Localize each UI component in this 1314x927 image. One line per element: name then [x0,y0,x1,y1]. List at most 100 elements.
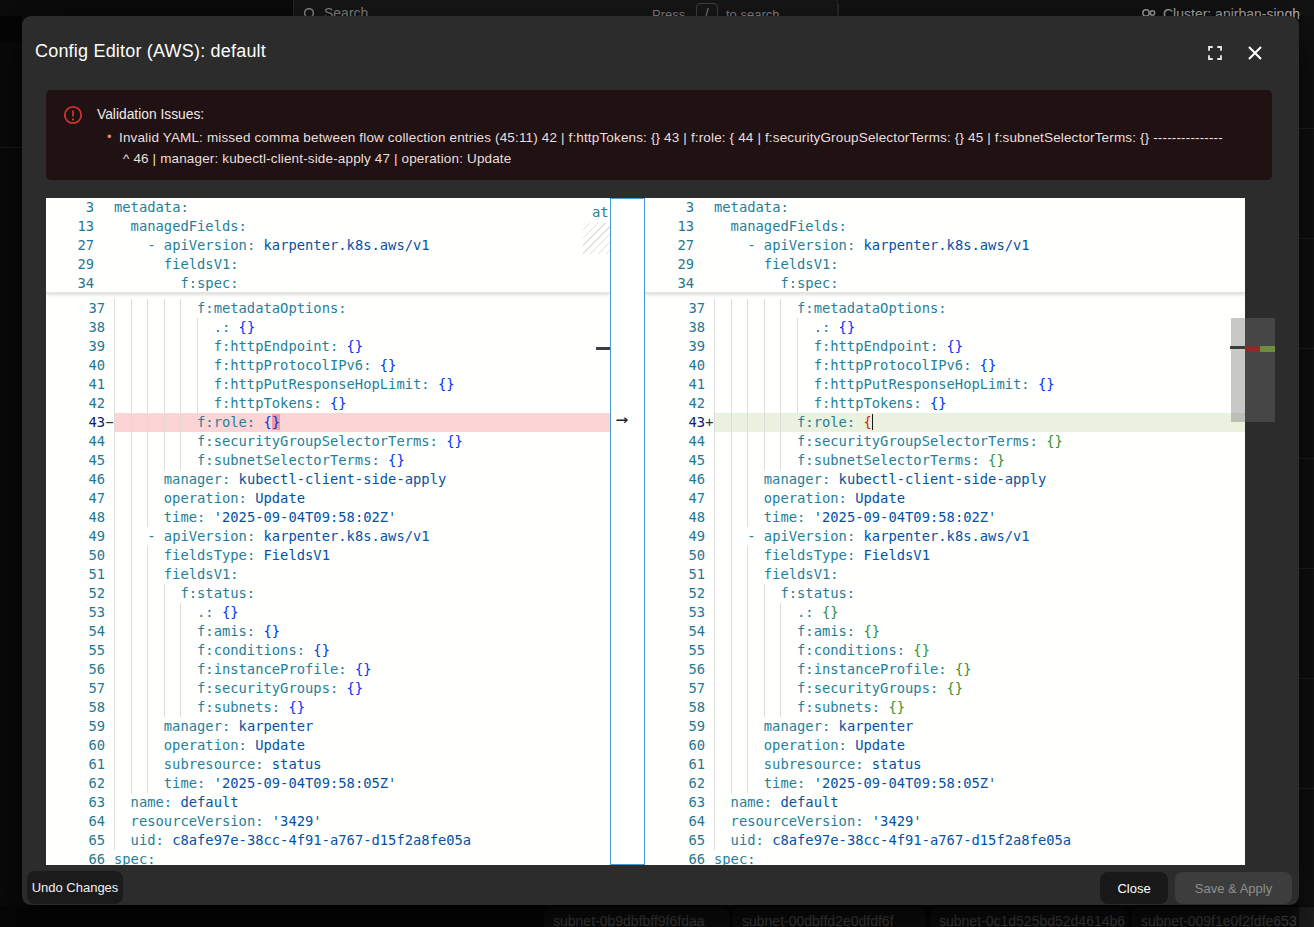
code-line[interactable]: 51fieldsV1: [645,565,1245,584]
close-dialog-button[interactable]: Close [1100,872,1168,904]
scrollbar-slider[interactable] [1231,318,1245,422]
code-line[interactable]: 29fieldsV1: [46,255,610,274]
code-line[interactable]: 63name: default [645,793,1245,812]
line-number: 13 [645,217,694,236]
code-line[interactable]: 55f:conditions: {} [46,641,610,660]
code-line[interactable]: 38.: {} [46,318,610,337]
code-line[interactable]: 53.: {} [645,603,1245,622]
code-line[interactable]: 3metadata: [46,198,610,217]
code-line[interactable]: 46manager: kubectl-client-side-apply [46,470,610,489]
code-line[interactable]: 27- apiVersion: karpenter.k8s.aws/v1 [645,236,1245,255]
code-line[interactable]: 50fieldsType: FieldsV1 [645,546,1245,565]
overview-ruler-viewport[interactable] [1245,318,1275,422]
code-line[interactable]: 13managedFields: [46,217,610,236]
code-line[interactable]: 57f:securityGroups: {} [46,679,610,698]
line-number: 53 [46,603,105,622]
code-line[interactable]: 61subresource: status [645,755,1245,774]
line-number: 27 [46,236,94,255]
diff-original-pane[interactable]: 37f:metadataOptions:38.: {}39f:httpEndpo… [46,198,610,865]
diff-gutter: → [610,198,645,865]
code-line[interactable]: 62time: '2025-09-04T09:58:05Z' [645,774,1245,793]
line-number: 47 [645,489,705,508]
code-line[interactable]: 37f:metadataOptions: [46,299,610,318]
line-number: 27 [645,236,694,255]
code-line[interactable]: 64resourceVersion: '3429' [645,812,1245,831]
code-line[interactable]: 34f:spec: [645,274,1245,293]
code-line[interactable]: 43−f:role: {} [46,413,610,432]
code-line[interactable]: 64resourceVersion: '3429' [46,812,610,831]
code-line[interactable]: 40f:httpProtocolIPv6: {} [46,356,610,375]
code-line[interactable]: 50fieldsType: FieldsV1 [46,546,610,565]
code-line[interactable]: 55f:conditions: {} [645,641,1245,660]
code-line[interactable]: 61subresource: status [46,755,610,774]
code-line[interactable]: 37f:metadataOptions: [645,299,1245,318]
code-line[interactable]: 39f:httpEndpoint: {} [46,337,610,356]
code-line[interactable]: 48time: '2025-09-04T09:58:02Z' [645,508,1245,527]
code-line[interactable]: 47operation: Update [46,489,610,508]
diff-modified-pane[interactable]: 37f:metadataOptions:38.: {}39f:httpEndpo… [645,198,1245,865]
code-line[interactable]: 47operation: Update [645,489,1245,508]
code-line[interactable]: 41f:httpPutResponseHopLimit: {} [645,375,1245,394]
code-line[interactable]: 43+f:role: { [645,413,1245,432]
undo-changes-button[interactable]: Undo Changes [27,871,123,904]
clipped-code-text: at [592,203,609,222]
code-line[interactable]: 60operation: Update [46,736,610,755]
code-line[interactable]: 45f:subnetSelectorTerms: {} [46,451,610,470]
code-line[interactable]: 62time: '2025-09-04T09:58:05Z' [46,774,610,793]
code-line[interactable]: 34f:spec: [46,274,610,293]
code-line[interactable]: 60operation: Update [645,736,1245,755]
overview-cursor-mark [1230,346,1246,349]
code-line[interactable]: 45f:subnetSelectorTerms: {} [645,451,1245,470]
code-line[interactable]: 49- apiVersion: karpenter.k8s.aws/v1 [645,527,1245,546]
line-number: 54 [645,622,705,641]
code-line[interactable]: 42f:httpTokens: {} [46,394,610,413]
revert-arrow-icon[interactable]: → [616,408,628,429]
code-line[interactable]: 59manager: karpenter [46,717,610,736]
code-line[interactable]: 49- apiVersion: karpenter.k8s.aws/v1 [46,527,610,546]
code-line[interactable]: 56f:instanceProfile: {} [645,660,1245,679]
line-number: 45 [645,451,705,470]
code-line[interactable]: 44f:securityGroupSelectorTerms: {} [645,432,1245,451]
code-line[interactable]: 52f:status: [46,584,610,603]
table-row-separator [1299,238,1314,239]
code-line[interactable]: 65uid: c8afe97e-38cc-4f91-a767-d15f2a8fe… [645,831,1245,850]
line-number: 56 [46,660,105,679]
line-number: 63 [46,793,105,812]
code-line[interactable]: 46manager: kubectl-client-side-apply [645,470,1245,489]
code-line[interactable]: 3metadata: [645,198,1245,217]
code-line[interactable]: 54f:amis: {} [46,622,610,641]
fullscreen-button[interactable] [1198,36,1232,70]
code-line[interactable]: 40f:httpProtocolIPv6: {} [645,356,1245,375]
line-number: 63 [645,793,705,812]
code-line[interactable]: 38.: {} [645,318,1245,337]
line-number: 42 [46,394,105,413]
code-line[interactable]: 48time: '2025-09-04T09:58:02Z' [46,508,610,527]
code-line[interactable]: 29fieldsV1: [645,255,1245,274]
code-line[interactable]: 54f:amis: {} [645,622,1245,641]
line-number: 49 [645,527,705,546]
line-number: 48 [645,508,705,527]
code-line[interactable]: 65uid: c8afe97e-38cc-4f91-a767-d15f2a8fe… [46,831,610,850]
line-number: 34 [46,274,94,293]
save-apply-button[interactable]: Save & Apply [1175,872,1292,904]
code-line[interactable]: 56f:instanceProfile: {} [46,660,610,679]
code-line[interactable]: 58f:subnets: {} [46,698,610,717]
code-line[interactable]: 52f:status: [645,584,1245,603]
left-scrollbar-cursor-mark [596,347,610,350]
code-line[interactable]: 53.: {} [46,603,610,622]
code-line[interactable]: 41f:httpPutResponseHopLimit: {} [46,375,610,394]
code-line[interactable]: 58f:subnets: {} [645,698,1245,717]
code-line[interactable]: 13managedFields: [645,217,1245,236]
code-line[interactable]: 42f:httpTokens: {} [645,394,1245,413]
close-button[interactable] [1238,36,1272,70]
code-line[interactable]: 57f:securityGroups: {} [645,679,1245,698]
code-line[interactable]: 27- apiVersion: karpenter.k8s.aws/v1 [46,236,610,255]
code-line[interactable]: 66spec: [46,850,610,865]
code-line[interactable]: 44f:securityGroupSelectorTerms: {} [46,432,610,451]
line-number: 29 [645,255,694,274]
code-line[interactable]: 39f:httpEndpoint: {} [645,337,1245,356]
code-line[interactable]: 66spec: [645,850,1245,865]
code-line[interactable]: 63name: default [46,793,610,812]
code-line[interactable]: 51fieldsV1: [46,565,610,584]
code-line[interactable]: 59manager: karpenter [645,717,1245,736]
